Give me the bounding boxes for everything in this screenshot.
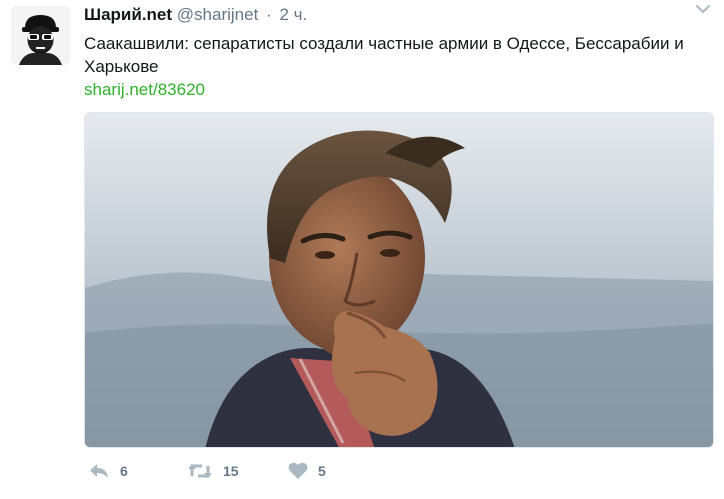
reply-icon xyxy=(90,464,108,478)
avatar-icon xyxy=(11,6,70,65)
like-count: 5 xyxy=(318,463,326,479)
tweet-actions: 6 15 5 xyxy=(84,458,724,484)
like-button[interactable]: 5 xyxy=(288,458,326,484)
author-name[interactable]: Шарий.net xyxy=(84,5,172,24)
author-handle[interactable]: @sharijnet xyxy=(177,5,259,24)
timestamp[interactable]: 2 ч. xyxy=(279,5,307,24)
tweet-header: Шарий.net @sharijnet · 2 ч. xyxy=(84,5,307,25)
avatar[interactable] xyxy=(11,6,70,65)
photo-image xyxy=(85,113,713,447)
chevron-down-icon[interactable] xyxy=(696,4,710,14)
retweet-button[interactable]: 15 xyxy=(187,458,239,484)
retweet-icon xyxy=(188,464,212,478)
separator: · xyxy=(266,5,272,24)
retweet-count: 15 xyxy=(223,463,239,479)
tweet-link[interactable]: sharij.net/83620 xyxy=(84,80,205,100)
tweet-media-image[interactable] xyxy=(84,112,714,448)
heart-icon xyxy=(288,462,308,479)
tweet-text: Саакашвили: сепаратисты создали частные … xyxy=(84,34,684,76)
reply-button[interactable]: 6 xyxy=(88,458,128,484)
reply-count: 6 xyxy=(120,463,128,479)
